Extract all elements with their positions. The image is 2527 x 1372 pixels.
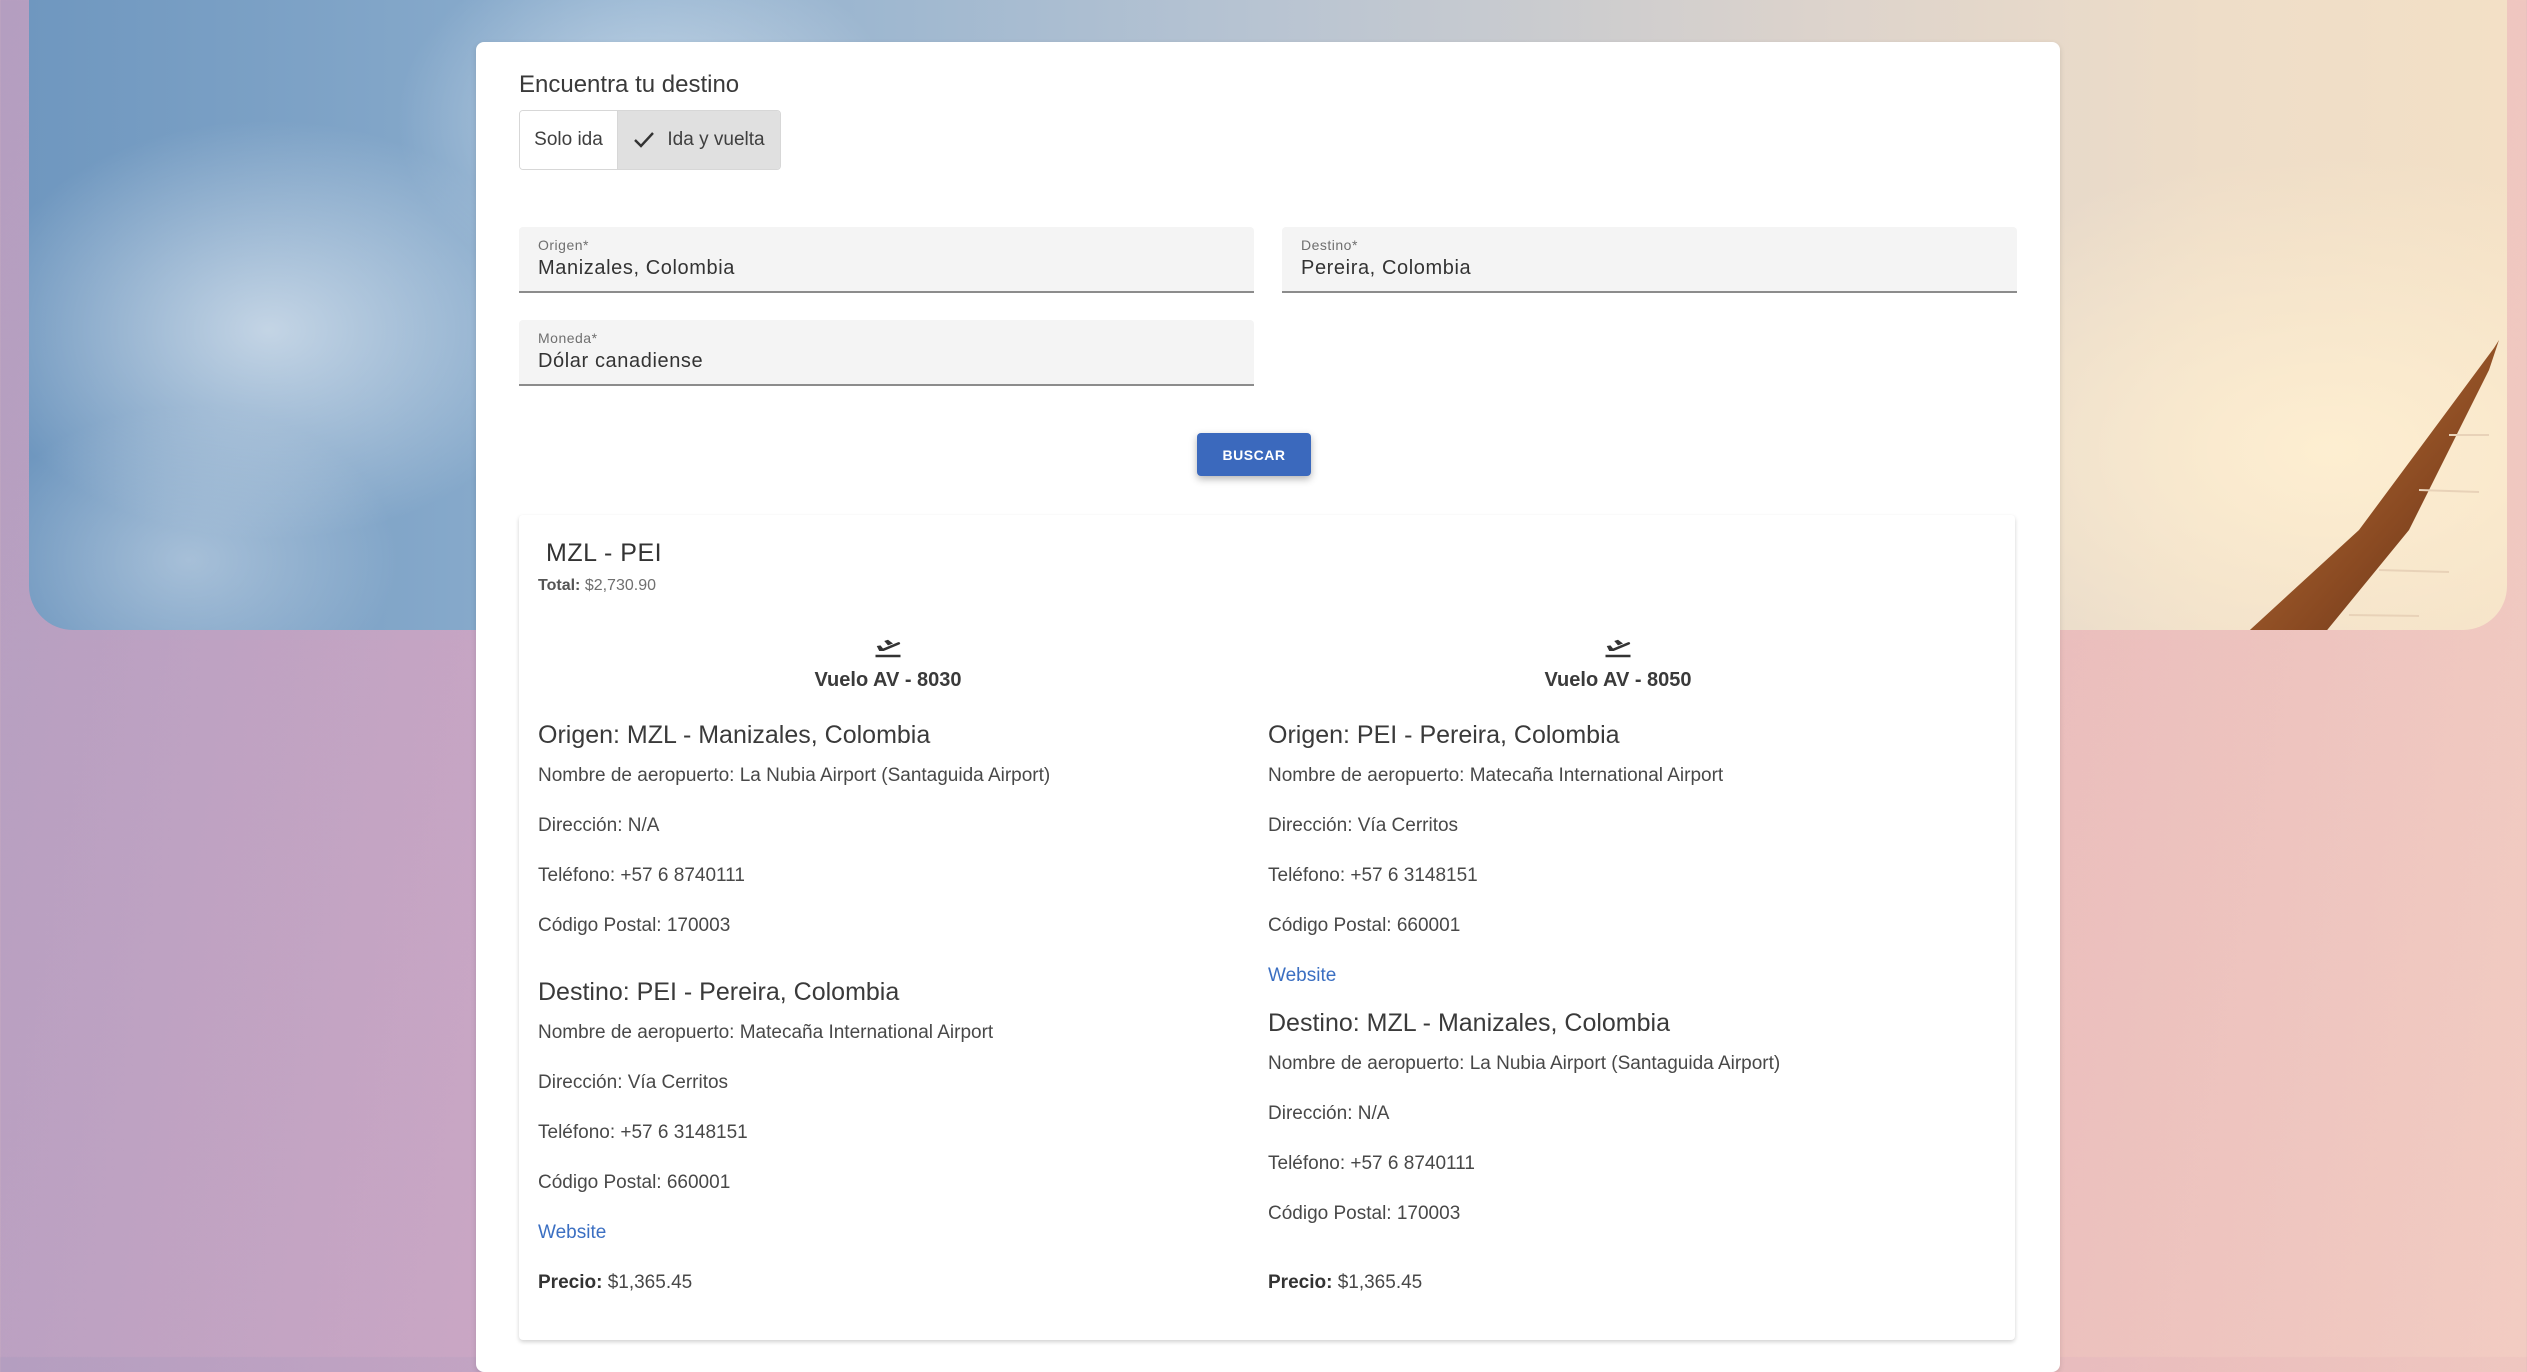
toggle-round-trip[interactable]: Ida y vuelta xyxy=(618,111,780,169)
destination-postal: Código Postal: 660001 xyxy=(538,1172,731,1193)
currency-field[interactable]: Moneda* Dólar canadiense xyxy=(519,320,1254,386)
origin-address: Dirección: Vía Cerritos xyxy=(1268,815,1459,836)
price-label: Precio: xyxy=(1268,1272,1333,1293)
destination-label: Destino* xyxy=(1301,237,1358,253)
origin-value: Manizales, Colombia xyxy=(538,257,736,279)
destination-phone: Teléfono: +57 6 8740111 xyxy=(1268,1153,1475,1174)
origin-phone: Teléfono: +57 6 3148151 xyxy=(1268,865,1478,886)
price-value: $1,365.45 xyxy=(1337,1272,1423,1293)
price-value: $1,365.45 xyxy=(607,1272,693,1293)
destination-airport: Nombre de aeropuerto: Matecaña Internati… xyxy=(538,1022,994,1043)
origin-phone: Teléfono: +57 6 8740111 xyxy=(538,865,745,886)
flight-takeoff-icon xyxy=(1605,639,1631,658)
origin-airport: Nombre de aeropuerto: La Nubia Airport (… xyxy=(538,765,1051,786)
destination-postal: Código Postal: 170003 xyxy=(1268,1203,1461,1224)
origin-airport: Nombre de aeropuerto: Matecaña Internati… xyxy=(1268,765,1724,786)
origin-postal: Código Postal: 170003 xyxy=(538,915,731,936)
toggle-round-trip-label: Ida y vuelta xyxy=(667,129,765,150)
origin-address: Dirección: N/A xyxy=(538,815,660,836)
destination-phone: Teléfono: +57 6 3148151 xyxy=(538,1122,748,1143)
destination-address: Dirección: Vía Cerritos xyxy=(538,1072,729,1093)
search-button[interactable]: BUSCAR xyxy=(1197,433,1311,476)
flight-takeoff-icon xyxy=(875,639,901,658)
route-title: MZL - PEI xyxy=(546,539,663,567)
toggle-one-way-label: Solo ida xyxy=(534,129,603,150)
destination-address: Dirección: N/A xyxy=(1268,1103,1390,1124)
destination-airport: Nombre de aeropuerto: La Nubia Airport (… xyxy=(1268,1053,1781,1074)
origin-postal: Código Postal: 660001 xyxy=(1268,915,1461,936)
flight-number: Vuelo AV - 8030 xyxy=(814,669,962,691)
flight-number: Vuelo AV - 8050 xyxy=(1544,669,1692,691)
flight-price: Precio: $1,365.45 xyxy=(1268,1272,1422,1294)
destination-value: Pereira, Colombia xyxy=(1301,257,1472,279)
origin-label: Origen* xyxy=(538,237,589,253)
page-title: Encuentra tu destino xyxy=(519,71,740,98)
destination-title: Destino: MZL - Manizales, Colombia xyxy=(1268,1009,1670,1037)
currency-value: Dólar canadiense xyxy=(538,350,704,372)
destination-title: Destino: PEI - Pereira, Colombia xyxy=(538,978,900,1006)
origin-title: Origen: PEI - Pereira, Colombia xyxy=(1268,721,1620,749)
price-label: Precio: xyxy=(538,1272,603,1293)
flight-price: Precio: $1,365.45 xyxy=(538,1272,692,1294)
trip-type-toggle: Solo ida Ida y vuelta xyxy=(519,110,781,170)
origin-title: Origen: MZL - Manizales, Colombia xyxy=(538,721,931,749)
total-value: $2,730.90 xyxy=(584,577,656,594)
origin-website-link[interactable]: Website xyxy=(1268,965,1336,987)
total-price: Total: $2,730.90 xyxy=(538,577,656,595)
destination-field[interactable]: Destino* Pereira, Colombia xyxy=(1282,227,2017,293)
check-icon xyxy=(634,132,655,148)
total-label: Total: xyxy=(538,577,581,594)
airplane-wing-image xyxy=(2249,340,2499,630)
toggle-one-way[interactable]: Solo ida xyxy=(520,111,618,169)
search-card: Encuentra tu destino Solo ida Ida y vuel… xyxy=(476,42,2060,1372)
origin-field[interactable]: Origen* Manizales, Colombia xyxy=(519,227,1254,293)
result-card: MZL - PEI Total: $2,730.90 Vuelo AV - 80… xyxy=(519,515,2015,1340)
destination-website-link[interactable]: Website xyxy=(538,1222,606,1244)
currency-label: Moneda* xyxy=(538,330,598,346)
